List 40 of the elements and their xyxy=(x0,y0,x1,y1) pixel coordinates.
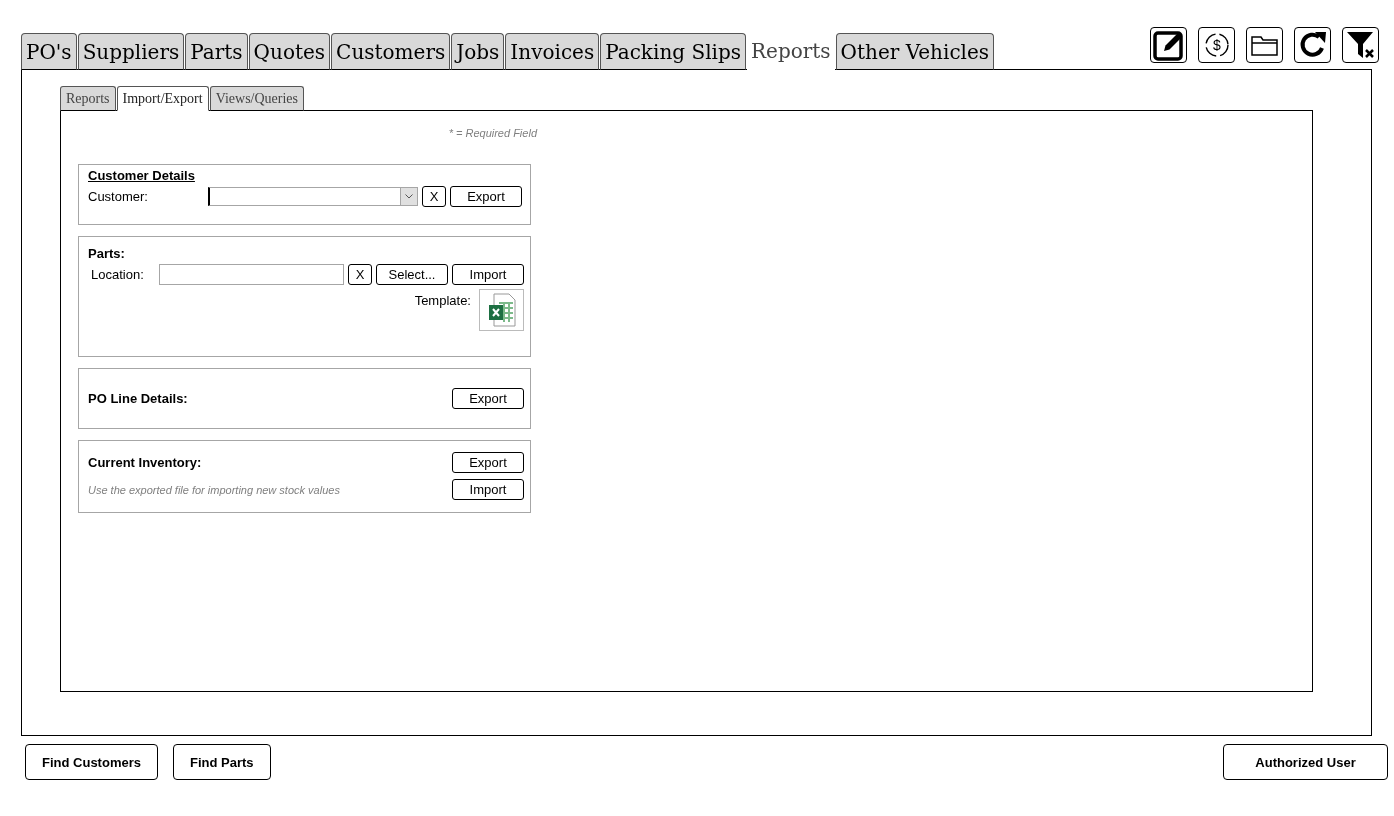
folder-icon[interactable] xyxy=(1246,27,1283,63)
main-tab[interactable]: PO's xyxy=(21,33,77,70)
footer-button[interactable]: Find Customers xyxy=(25,744,158,780)
currency-exchange-icon[interactable]: $ xyxy=(1198,27,1235,63)
main-tab[interactable]: Other Vehicles xyxy=(835,33,995,70)
import-button[interactable]: Import xyxy=(452,479,524,500)
clear-filter-icon[interactable] xyxy=(1342,27,1379,63)
template-label: Template: xyxy=(414,293,471,308)
export-button[interactable]: Export xyxy=(452,388,524,409)
export-button[interactable]: Export xyxy=(452,452,524,473)
section-title: Customer Details xyxy=(88,168,195,183)
field-label: Customer: xyxy=(88,189,149,204)
main-tab[interactable]: Suppliers xyxy=(77,33,185,70)
template-button[interactable] xyxy=(479,289,524,331)
section-title: Current Inventory: xyxy=(88,455,202,470)
required-field-note: * = Required Field xyxy=(447,127,537,139)
spreadsheet-icon xyxy=(487,293,516,327)
main-tab[interactable]: Packing Slips xyxy=(600,33,746,70)
hint-text: Use the exported file for importing new stock values xyxy=(88,483,340,496)
edit-icon[interactable] xyxy=(1150,27,1187,63)
clear-button[interactable]: X xyxy=(348,264,372,285)
main-tab[interactable]: Invoices xyxy=(505,33,600,70)
main-tab[interactable]: Quotes xyxy=(248,33,331,70)
section-title: Parts: xyxy=(88,246,125,261)
section-title: PO Line Details: xyxy=(88,391,188,406)
refresh-icon[interactable] xyxy=(1294,27,1331,63)
select-button[interactable]: Select... xyxy=(376,264,448,285)
clear-button[interactable]: X xyxy=(422,186,446,207)
footer-button[interactable]: Find Parts xyxy=(172,744,271,780)
authorized-user-button[interactable]: Authorized User xyxy=(1223,744,1388,780)
import-button[interactable]: Import xyxy=(452,264,524,285)
main-tab[interactable]: Jobs xyxy=(451,33,505,70)
location-input[interactable] xyxy=(159,264,344,285)
sub-tab[interactable]: Import/Export xyxy=(116,86,209,111)
field-label: Location: xyxy=(90,267,145,282)
sub-tab[interactable]: Views/Queries xyxy=(209,86,305,111)
sub-tab[interactable]: Reports xyxy=(60,86,116,111)
export-button[interactable]: Export xyxy=(450,186,522,207)
main-tab[interactable]: Parts xyxy=(185,33,248,70)
main-tab[interactable]: Customers xyxy=(331,33,451,70)
